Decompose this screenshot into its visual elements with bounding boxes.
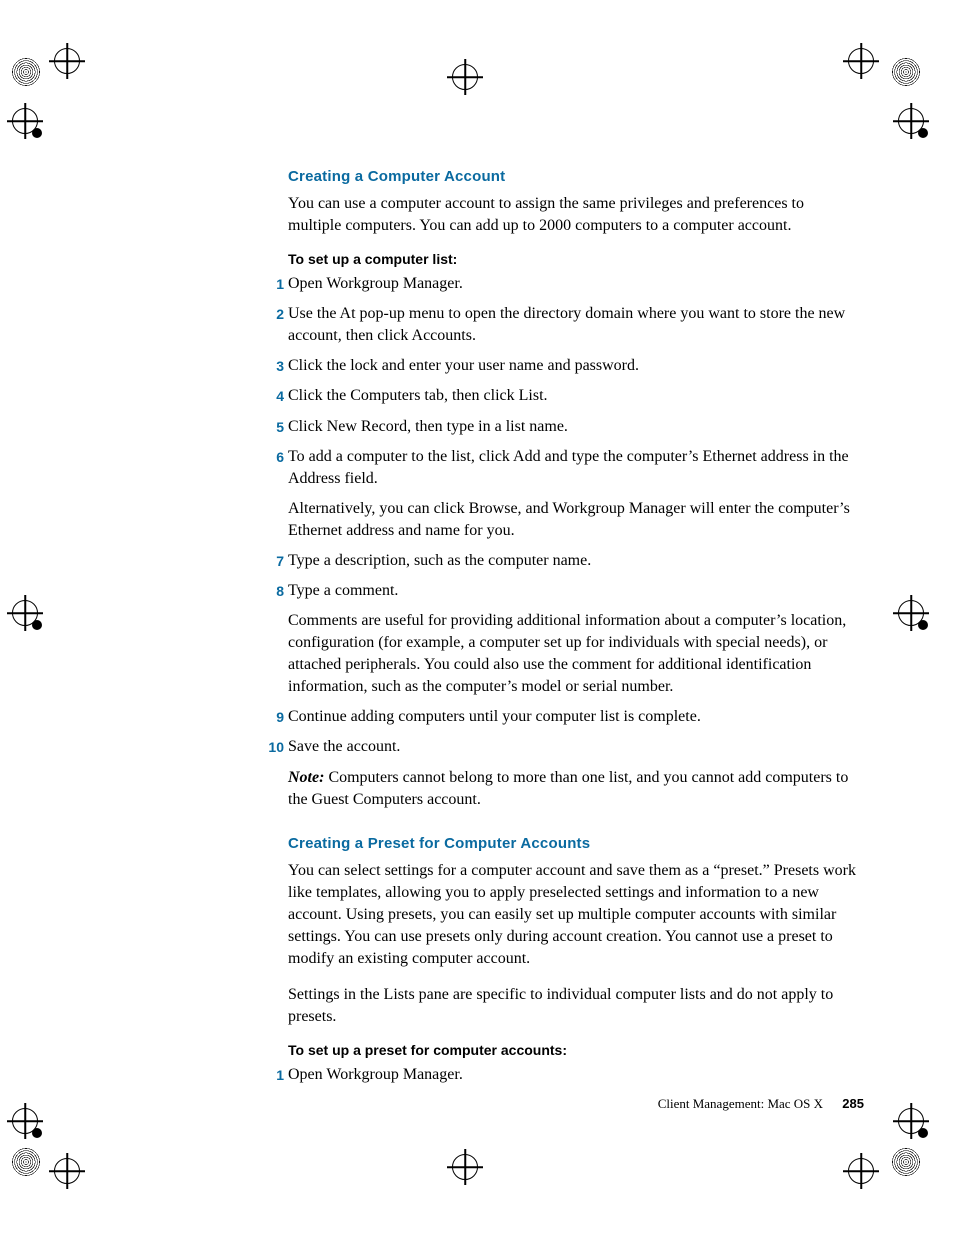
crop-mark-icon [848, 48, 898, 98]
step-text: Type a description, such as the computer… [288, 550, 860, 572]
list-item: 10 Save the account. Note: Computers can… [288, 736, 860, 810]
step-number: 1 [260, 273, 284, 295]
crop-mark-icon [12, 1148, 62, 1198]
crop-mark-icon [54, 48, 104, 98]
body-text: You can select settings for a computer a… [288, 860, 860, 970]
crop-mark-icon [898, 1108, 948, 1158]
step-text: Open Workgroup Manager. [288, 1064, 860, 1086]
step-text: Save the account. [288, 736, 860, 758]
page-content: Creating a Computer Account You can use … [288, 168, 860, 1100]
list-item: 1 Open Workgroup Manager. [288, 273, 860, 295]
list-item: 1 Open Workgroup Manager. [288, 1064, 860, 1086]
step-number: 1 [260, 1064, 284, 1086]
crop-mark-icon [452, 1154, 502, 1204]
step-subtext: Comments are useful for providing additi… [288, 610, 860, 698]
body-text: Settings in the Lists pane are specific … [288, 984, 860, 1028]
step-number: 4 [260, 385, 284, 407]
step-text: Click New Record, then type in a list na… [288, 416, 860, 438]
list-item: 7 Type a description, such as the comput… [288, 550, 860, 572]
step-list: 1 Open Workgroup Manager. 2 Use the At p… [288, 273, 860, 811]
crop-mark-icon [892, 58, 942, 108]
step-number: 3 [260, 355, 284, 377]
footer-label: Client Management: Mac OS X [658, 1096, 823, 1111]
crop-mark-icon [848, 1158, 898, 1208]
step-number: 6 [260, 446, 284, 468]
section-heading: Creating a Preset for Computer Accounts [288, 835, 860, 852]
crop-mark-icon [892, 1148, 942, 1198]
crop-mark-icon [12, 600, 62, 650]
list-item: 3 Click the lock and enter your user nam… [288, 355, 860, 377]
step-number: 9 [260, 706, 284, 728]
list-item: 2 Use the At pop-up menu to open the dir… [288, 303, 860, 347]
crop-mark-icon [12, 1108, 62, 1158]
list-item: 9 Continue adding computers until your c… [288, 706, 860, 728]
body-text: You can use a computer account to assign… [288, 193, 860, 237]
step-number: 8 [260, 580, 284, 602]
step-number: 2 [260, 303, 284, 325]
crop-mark-icon [898, 108, 948, 158]
crop-mark-icon [452, 64, 502, 114]
step-list: 1 Open Workgroup Manager. [288, 1064, 860, 1086]
step-text: Type a comment. [288, 580, 860, 602]
task-heading: To set up a preset for computer accounts… [288, 1042, 860, 1058]
step-subtext: Alternatively, you can click Browse, and… [288, 498, 860, 542]
list-item: 4 Click the Computers tab, then click Li… [288, 385, 860, 407]
list-item: 6 To add a computer to the list, click A… [288, 446, 860, 542]
page-footer: Client Management: Mac OS X 285 [0, 1096, 864, 1112]
step-number: 7 [260, 550, 284, 572]
crop-mark-icon [12, 58, 62, 108]
page-number: 285 [826, 1096, 864, 1111]
step-text: To add a computer to the list, click Add… [288, 446, 860, 490]
section-heading: Creating a Computer Account [288, 168, 860, 185]
step-text: Open Workgroup Manager. [288, 273, 860, 295]
crop-mark-icon [54, 1158, 104, 1208]
step-text: Continue adding computers until your com… [288, 706, 860, 728]
list-item: 5 Click New Record, then type in a list … [288, 416, 860, 438]
note: Note: Computers cannot belong to more th… [288, 767, 860, 811]
list-item: 8 Type a comment. Comments are useful fo… [288, 580, 860, 698]
step-text: Click the lock and enter your user name … [288, 355, 860, 377]
step-text: Click the Computers tab, then click List… [288, 385, 860, 407]
crop-mark-icon [12, 108, 62, 158]
task-heading: To set up a computer list: [288, 251, 860, 267]
step-number: 10 [260, 736, 284, 758]
step-text: Use the At pop-up menu to open the direc… [288, 303, 860, 347]
crop-mark-icon [898, 600, 948, 650]
note-label: Note: [288, 769, 324, 786]
step-number: 5 [260, 416, 284, 438]
note-text: Computers cannot belong to more than one… [288, 769, 848, 808]
